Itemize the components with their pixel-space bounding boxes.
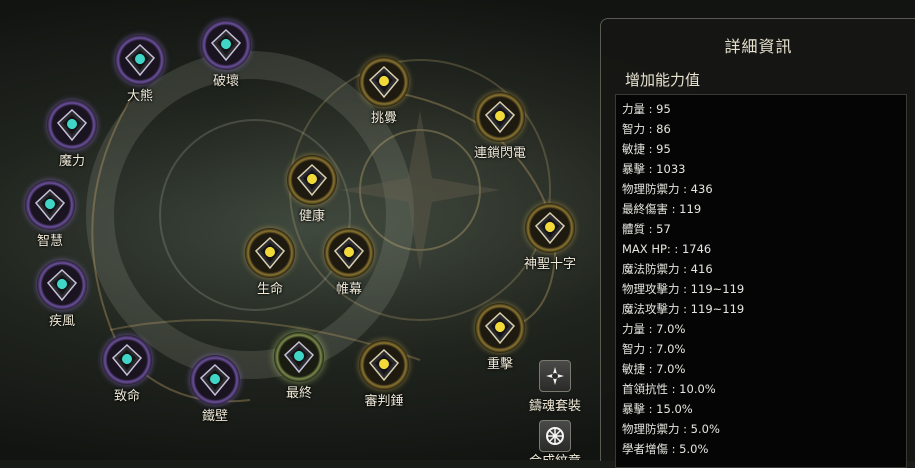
stat-row: 學者增傷 : 5.0% (622, 442, 709, 456)
skill-node-tiebi[interactable] (190, 355, 240, 405)
skill-node-weimu[interactable] (324, 228, 374, 278)
skill-node-label: 審判錘 (364, 394, 404, 409)
fatal-rune-icon (111, 344, 143, 376)
skill-node-label: 破壞 (212, 74, 240, 89)
stat-row: 物理防禦力 : 436 (622, 182, 713, 196)
skill-node-label: 致命 (113, 389, 141, 404)
heavy-strike-icon (484, 312, 516, 344)
skill-node-dashiong[interactable] (115, 35, 165, 85)
skill-node-label: 重擊 (486, 357, 514, 372)
skill-node-zhiming[interactable] (102, 335, 152, 385)
skill-node-shenpanchui[interactable] (359, 340, 409, 390)
stat-row: 智力 : 86 (622, 122, 671, 136)
skill-node-label: 神聖十字 (523, 257, 577, 272)
skill-node-moli[interactable] (47, 100, 97, 150)
skill-node-pohuai[interactable] (201, 20, 251, 70)
stat-list-box[interactable]: 力量 : 95 智力 : 86 敏捷 : 95 暴擊 : 1033 物理防禦力 : 43… (615, 94, 907, 468)
stat-row: 敏捷 : 95 (622, 142, 671, 156)
skill-node-zhihui[interactable] (25, 180, 75, 230)
skill-node-shengming[interactable] (245, 228, 295, 278)
bonus-stats-heading: 增加能力值 (625, 71, 701, 89)
bear-rune-icon (124, 44, 156, 76)
skill-node-label: 疾風 (48, 314, 76, 329)
stat-list: 力量 : 95 智力 : 86 敏捷 : 95 暴擊 : 1033 物理防禦力 : 43… (616, 95, 906, 459)
stat-row: 物理防禦力 : 5.0% (622, 422, 720, 436)
stat-row: 力量 : 95 (622, 102, 671, 116)
stat-row: 力量 : 7.0% (622, 322, 686, 336)
skill-node-label: 連鎖閃電 (473, 146, 527, 161)
skill-node-label: 智慧 (36, 234, 64, 249)
chain-lightning-icon (484, 101, 516, 133)
skill-node-label: 健康 (298, 209, 326, 224)
stat-row: 智力 : 7.0% (622, 342, 686, 356)
stat-row: 最終傷害 : 119 (622, 202, 702, 216)
stat-row: 體質 : 57 (622, 222, 671, 236)
stat-row: MAX HP: : 1746 (622, 242, 712, 256)
judgement-hammer-icon (368, 349, 400, 381)
skill-node-label: 帷幕 (335, 282, 363, 297)
wisdom-rune-icon (34, 189, 66, 221)
skill-node-label: 生命 (256, 282, 284, 297)
final-rune-icon (283, 341, 315, 373)
skill-node-label: 鐵壁 (201, 409, 229, 424)
skill-node-label: 大熊 (126, 89, 154, 104)
skill-node-tiaoxin[interactable] (359, 57, 409, 107)
stat-row: 物理攻擊力 : 119~119 (622, 282, 745, 296)
synthesis-button[interactable] (539, 420, 571, 452)
stat-row: 暴擊 : 1033 (622, 162, 686, 176)
skill-node-jifeng[interactable] (37, 260, 87, 310)
holy-cross-icon (534, 212, 566, 244)
skill-node-zuizhong[interactable] (274, 332, 324, 382)
details-title: 詳細資訊 (724, 37, 793, 56)
veil-shield-icon (333, 237, 365, 269)
skill-node-lianshuo[interactable] (475, 92, 525, 142)
stat-row: 敏捷 : 7.0% (622, 362, 686, 376)
stat-row: 暴擊 : 15.0% (622, 402, 693, 416)
synthesis-icon (546, 427, 564, 445)
iron-wall-rune-icon (199, 364, 231, 396)
soul-set-label: 鑄魂套裝 (528, 399, 582, 414)
life-heart-icon (254, 237, 286, 269)
skill-node-label: 魔力 (58, 154, 86, 169)
gale-rune-icon (46, 269, 78, 301)
skill-node-label: 挑釁 (370, 111, 398, 126)
soul-set-icon (546, 367, 564, 385)
skill-node-shensheng[interactable] (525, 203, 575, 253)
destroy-rune-icon (210, 29, 242, 61)
skill-node-label: 最終 (285, 386, 313, 401)
health-heart-icon (296, 164, 328, 196)
magic-rune-icon (56, 109, 88, 141)
provoke-icon (368, 66, 400, 98)
synthesis-label: 合成紋章 (529, 450, 581, 460)
stat-row: 魔法防禦力 : 416 (622, 262, 713, 276)
soul-set-button[interactable] (539, 360, 571, 392)
skill-node-jiankang[interactable] (287, 155, 337, 205)
skill-node-zhongji[interactable] (475, 303, 525, 353)
details-panel: 詳細資訊 增加能力值 力量 : 95 智力 : 86 敏捷 : 95 暴擊 : 103… (600, 18, 915, 468)
stat-row: 首領抗性 : 10.0% (622, 382, 716, 396)
stat-row: 魔法攻擊力 : 119~119 (622, 302, 745, 316)
